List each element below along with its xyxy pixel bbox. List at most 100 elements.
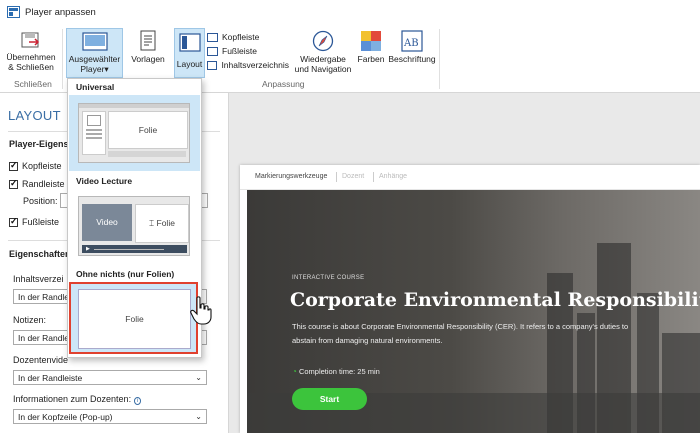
presenter-info-text: Informationen zum Dozenten: [13, 394, 132, 404]
selected-player-label-1: Ausgewählter [68, 54, 121, 64]
video-lecture-heading: Video Lecture [76, 176, 133, 186]
header-checkbox[interactable]: Kopfleiste [9, 160, 62, 172]
checkbox-checked [9, 160, 18, 172]
slides-only-option[interactable]: Folie [69, 282, 198, 354]
window-title: Player anpassen [25, 7, 96, 18]
footer-checkbox[interactable]: Fußleiste [9, 216, 60, 228]
clock-icon: ◔ [292, 367, 297, 376]
position-label: Position: [23, 196, 58, 206]
layout-label: Layout [176, 59, 203, 69]
sidebar-checkbox[interactable]: Randleiste [9, 178, 65, 190]
thumb-slide: Folie [108, 111, 188, 149]
text-style-icon: AB [401, 30, 423, 52]
footer-checkbox-label: Fußleiste [22, 217, 60, 227]
selected-player-button[interactable]: Ausgewählter Player▾ [66, 28, 123, 78]
presenter-video-value: In der Randleiste [18, 373, 83, 383]
group-customize-label: Anpassung [262, 79, 305, 89]
svg-text:AB: AB [403, 38, 419, 49]
apply-close-button[interactable]: Übernehmen & Schließen [3, 30, 59, 74]
thumb-sidebar [82, 111, 106, 155]
apply-label-1: Übernehmen [6, 52, 56, 62]
thumb-playbar: ▶ [82, 245, 187, 253]
course-title: Corporate Environmental Responsibility [290, 289, 700, 311]
thumb-progress [94, 249, 164, 250]
apply-label-2: & Schließen [8, 62, 54, 72]
presenter-video-label: Dozentenvide [13, 355, 69, 365]
play-icon: ▶ [86, 246, 90, 252]
ribbon-separator-2 [439, 29, 440, 89]
video-slide-label: Folie [156, 218, 175, 228]
bar-options: Kopfleiste Fußleiste Inhaltsverzeichnis [207, 30, 289, 72]
footer-option-label: Fußleiste [222, 46, 257, 56]
header-bar-icon [207, 32, 218, 42]
checkbox-checked [9, 178, 18, 190]
toc-label: Inhaltsverzei [13, 274, 64, 284]
presenter-info-label: Informationen zum Dozenten: i [13, 394, 141, 405]
save-close-icon [21, 32, 40, 48]
thumb-line [86, 137, 102, 139]
tab-presenter[interactable]: Dozent [342, 173, 364, 180]
video-lecture-option[interactable]: Video ⌶ Folie ▶ [69, 189, 200, 263]
completion-text: Completion time: 25 min [298, 367, 380, 376]
chevron-down-icon: ⌄ [195, 412, 202, 421]
player-properties-heading: Player-Eigens [9, 139, 69, 149]
tab-divider [373, 172, 374, 182]
checkbox-checked [9, 216, 18, 228]
playback-label-2: und Navigation [294, 64, 352, 74]
panel-heading: LAYOUT [8, 108, 61, 123]
info-icon[interactable]: i [133, 397, 141, 405]
course-kicker: INTERACTIVE COURSE [292, 275, 365, 281]
thumb-header [79, 104, 189, 108]
toc-option[interactable]: Inhaltsverzeichnis [207, 58, 289, 72]
course-desc-2: abstain from damaging natural environmen… [292, 336, 443, 345]
colors-button[interactable]: Farben [355, 30, 387, 74]
palette-icon [361, 31, 381, 51]
start-button[interactable]: Start [292, 388, 367, 410]
thumb-avatar [87, 115, 101, 126]
toc-select-value: In der Randle [18, 292, 70, 302]
playback-navigation-button[interactable]: Wiedergabe und Navigation [291, 30, 355, 76]
tab-divider [336, 172, 337, 182]
thumb-line [86, 129, 102, 131]
toc-option-label: Inhaltsverzeichnis [221, 60, 289, 70]
player-toolbar: Markierungswerkzeuge Dozent Anhänge [240, 165, 700, 190]
layout-button[interactable]: Layout [174, 28, 205, 78]
templates-button[interactable]: Vorlagen [126, 30, 170, 74]
toc-icon [207, 60, 218, 70]
tab-attachments[interactable]: Anhänge [379, 173, 407, 180]
hand-cursor-icon [190, 296, 212, 325]
colors-label: Farben [357, 54, 385, 64]
universal-thumbnail: Folie [78, 103, 190, 163]
course-desc-1: This course is about Corporate Environme… [292, 322, 629, 331]
chevron-down-icon: ⌄ [195, 373, 202, 382]
ribbon-separator [62, 29, 63, 89]
app-icon [7, 6, 20, 18]
playback-label-1: Wiedergabe [300, 54, 346, 64]
group-close-label: Schließen [14, 79, 52, 89]
presenter-info-select[interactable]: In der Kopfzeile (Pop-up) ⌄ [13, 409, 207, 424]
footer-bar-icon [207, 46, 218, 56]
thumb-slide: Folie [78, 289, 191, 349]
footer-option[interactable]: Fußleiste [207, 44, 289, 58]
tab-annotation-tools[interactable]: Markierungswerkzeuge [255, 173, 327, 180]
universal-heading: Universal [76, 82, 115, 92]
universal-option[interactable]: Folie [69, 95, 200, 171]
thumb-video: Video [82, 204, 132, 241]
completion-time: ◔ Completion time: 25 min [292, 367, 380, 376]
templates-label: Vorlagen [131, 54, 165, 64]
notes-label: Notizen: [13, 315, 47, 325]
templates-icon [140, 30, 156, 51]
presenter-video-select[interactable]: In der Randleiste ⌄ [13, 370, 207, 385]
header-option-label: Kopfleiste [222, 32, 260, 42]
video-lecture-thumbnail: Video ⌶ Folie ▶ [78, 196, 190, 256]
caption-button[interactable]: AB Beschriftung [388, 30, 436, 74]
properties-heading: Eigenschaften [9, 249, 71, 259]
compass-icon [312, 30, 334, 52]
slides-only-heading: Ohne nichts (nur Folien) [76, 269, 175, 279]
sidebar-checkbox-label: Randleiste [22, 179, 65, 189]
header-checkbox-label: Kopfleiste [22, 161, 62, 171]
selected-player-label-2: Player▾ [80, 64, 109, 74]
thumb-line [86, 133, 102, 135]
presenter-info-value: In der Kopfzeile (Pop-up) [18, 412, 113, 422]
header-option[interactable]: Kopfleiste [207, 30, 289, 44]
